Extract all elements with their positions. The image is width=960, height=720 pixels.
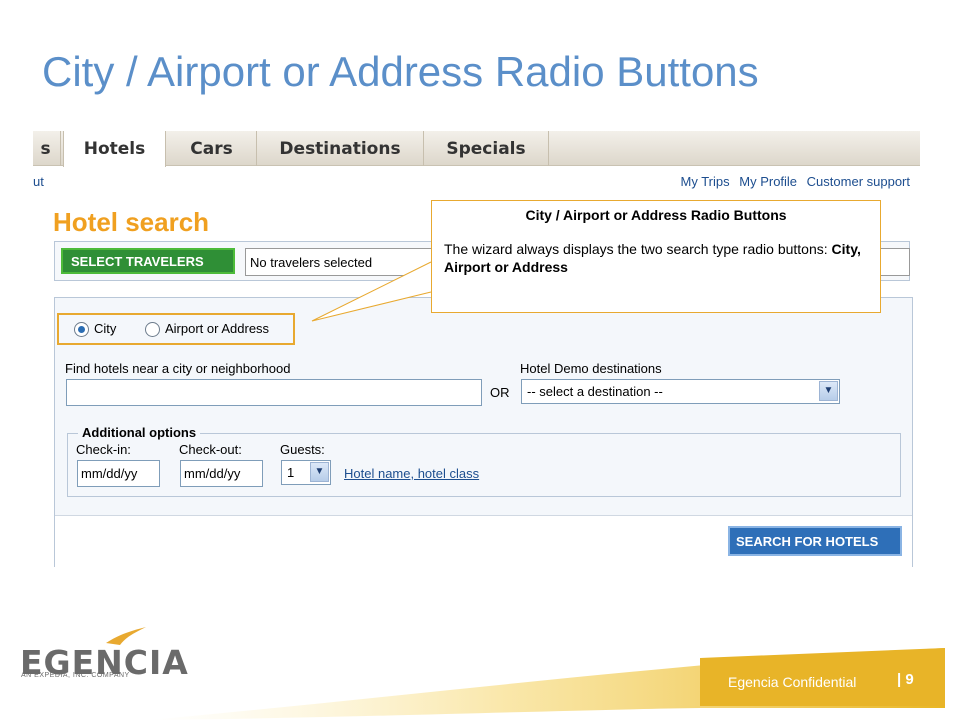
top-links: ut My Trips My Profile Customer support bbox=[33, 169, 920, 193]
radio-airport-address-label[interactable]: Airport or Address bbox=[165, 321, 269, 336]
chevron-down-icon[interactable]: ▼ bbox=[310, 462, 329, 482]
slide-title: City / Airport or Address Radio Buttons bbox=[42, 48, 759, 95]
find-hotels-label: Find hotels near a city or neighborhood bbox=[65, 361, 291, 376]
page-number: | 9 bbox=[897, 671, 914, 688]
additional-options-title: Additional options bbox=[78, 425, 201, 440]
callout-title: City / Airport or Address Radio Buttons bbox=[525, 207, 787, 223]
city-search-input[interactable] bbox=[66, 379, 482, 406]
search-panel: City Airport or Address Find hotels near… bbox=[54, 297, 913, 567]
egencia-logo-sub: AN EXPEDIA, INC. COMPANY bbox=[21, 672, 130, 679]
search-hotels-button[interactable]: SEARCH FOR HOTELS bbox=[728, 526, 902, 556]
destination-select-value: -- select a destination -- bbox=[527, 384, 663, 399]
partial-link[interactable]: ut bbox=[33, 174, 44, 189]
hotel-search-title: Hotel search bbox=[53, 207, 210, 237]
callout-body: The wizard always displays the two searc… bbox=[444, 240, 868, 276]
callout-box: City / Airport or Address Radio Buttons … bbox=[431, 200, 881, 313]
radio-city-label[interactable]: City bbox=[94, 321, 116, 336]
chevron-down-icon[interactable]: ▼ bbox=[819, 381, 838, 401]
tab-cars[interactable]: Cars bbox=[167, 131, 257, 166]
search-type-radio-group: City Airport or Address bbox=[57, 313, 295, 345]
checkin-label: Check-in: bbox=[76, 442, 131, 457]
or-label: OR bbox=[490, 385, 510, 400]
my-profile-link[interactable]: My Profile bbox=[739, 174, 797, 189]
panel-footer: SEARCH FOR HOTELS bbox=[55, 515, 912, 567]
checkout-label: Check-out: bbox=[179, 442, 242, 457]
select-travelers-button[interactable]: SELECT TRAVELERS bbox=[61, 248, 235, 274]
radio-city[interactable] bbox=[74, 322, 89, 337]
my-trips-link[interactable]: My Trips bbox=[681, 174, 730, 189]
additional-options: Additional options Check-in: mm/dd/yy Ch… bbox=[67, 425, 901, 497]
radio-airport-address[interactable] bbox=[145, 322, 160, 337]
confidential-label: Egencia Confidential bbox=[728, 674, 857, 690]
destination-select[interactable]: -- select a destination -- ▼ bbox=[521, 379, 840, 404]
demo-destinations-label: Hotel Demo destinations bbox=[520, 361, 662, 376]
tab-destinations[interactable]: Destinations bbox=[257, 131, 424, 166]
checkin-input[interactable]: mm/dd/yy bbox=[77, 460, 160, 487]
app-screenshot: s Hotels Cars Destinations Specials ut M… bbox=[33, 131, 920, 581]
hotel-name-class-link[interactable]: Hotel name, hotel class bbox=[344, 466, 479, 481]
callout-body-text: The wizard always displays the two searc… bbox=[444, 241, 832, 257]
checkout-input[interactable]: mm/dd/yy bbox=[180, 460, 263, 487]
guests-select[interactable]: 1 ▼ bbox=[281, 460, 331, 485]
tab-partial[interactable]: s bbox=[33, 131, 61, 166]
tab-hotels[interactable]: Hotels bbox=[63, 131, 166, 167]
guests-label: Guests: bbox=[280, 442, 325, 457]
tab-bar: s Hotels Cars Destinations Specials bbox=[33, 131, 920, 167]
customer-support-link[interactable]: Customer support bbox=[807, 174, 910, 189]
guests-select-value: 1 bbox=[287, 465, 295, 480]
tab-specials[interactable]: Specials bbox=[424, 131, 549, 166]
